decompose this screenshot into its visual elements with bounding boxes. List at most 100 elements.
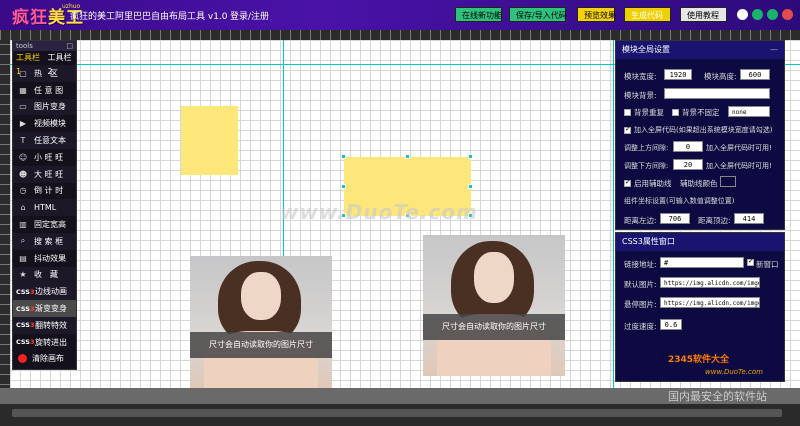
guide-label: 启用辅助线 bbox=[634, 179, 672, 188]
css3-icon: CSS3 bbox=[16, 338, 35, 347]
guide-color-picker[interactable] bbox=[720, 176, 736, 187]
module-settings-panel: 模块全局设置 — 模块宽度: 1920 模块高度: 600 模块背景: 背景重复… bbox=[615, 40, 785, 230]
guide-checkbox[interactable] bbox=[624, 178, 631, 187]
tab-toolbar-1[interactable]: 工具栏1 bbox=[13, 51, 45, 76]
resize-handle[interactable] bbox=[468, 154, 473, 159]
maximize-icon[interactable] bbox=[767, 9, 778, 20]
link-input[interactable]: # bbox=[660, 257, 744, 268]
ruler-horizontal bbox=[0, 30, 800, 40]
tab-toolbar-2[interactable]: 工具栏2 bbox=[45, 51, 77, 76]
tools-panel: tools □ 工具栏1 工具栏2 ▢ 热 区 ▦ 任 意 图 ▭ 图片变身 ▶ 视频模块 T 任… bbox=[12, 40, 77, 370]
bottom-margin-label: 调整下方间隙: bbox=[624, 162, 669, 170]
bg-position-select[interactable]: none bbox=[728, 106, 770, 117]
css3-tool-item[interactable]: CSS3 边线动画 bbox=[13, 283, 76, 301]
bg-fixed-checkbox[interactable] bbox=[672, 109, 679, 116]
tool-icon: ◷ bbox=[19, 186, 27, 196]
css3-tool-label: 旋转进出 bbox=[35, 337, 67, 347]
css3-tool-item[interactable]: CSS3 渐变变身 bbox=[13, 300, 76, 317]
tool-item[interactable]: ▢ 热 区 bbox=[13, 65, 76, 82]
background-input[interactable] bbox=[664, 88, 770, 99]
preview-button[interactable]: 预览效果 bbox=[577, 7, 616, 22]
css3-panel-header[interactable]: CSS3属性窗口 bbox=[616, 233, 784, 251]
window-menu-icon[interactable] bbox=[737, 9, 748, 20]
tools-panel-header[interactable]: tools □ bbox=[13, 41, 76, 51]
tool-label: 抖动效果 bbox=[34, 253, 66, 263]
resize-handle[interactable] bbox=[341, 154, 346, 159]
tool-item[interactable]: ☻ 大 旺 旺 bbox=[13, 165, 76, 183]
bg-repeat-checkbox[interactable] bbox=[624, 109, 631, 116]
default-image-input[interactable]: https://img.alicdn.com/imgextra/ bbox=[660, 277, 760, 288]
tool-item[interactable]: ☺ 小 旺 旺 bbox=[13, 149, 76, 166]
bottom-margin-input[interactable]: 20 bbox=[673, 159, 703, 170]
guide-color-label: 辅助线颜色 bbox=[680, 179, 718, 188]
left-distance-input[interactable]: 706 bbox=[660, 213, 690, 224]
css3-icon: CSS3 bbox=[16, 321, 35, 330]
fullscreen-checkbox[interactable] bbox=[624, 125, 631, 134]
image-module[interactable]: 尺寸会自动读取你的图片尺寸 bbox=[423, 235, 565, 376]
top-margin-input[interactable]: 0 bbox=[673, 141, 703, 152]
hover-image-input[interactable]: https://img.alicdn.com/imgextra/ bbox=[660, 297, 760, 308]
site-logo: 2345软件大全 bbox=[668, 355, 730, 365]
guide-line[interactable] bbox=[613, 40, 614, 390]
transition-input[interactable]: 0.6 bbox=[660, 319, 682, 330]
tutorial-button[interactable]: 使用教程 bbox=[680, 7, 727, 22]
site-slogan: 国内最安全的软件站 bbox=[668, 390, 767, 403]
tool-label: 大 旺 旺 bbox=[34, 169, 64, 179]
ruler-vertical bbox=[0, 40, 10, 405]
top-bar: 疯狂美工 uzhuo 疯狂的美工阿里巴巴自由布局工具 v1.0 登录/注册 在线… bbox=[0, 0, 800, 30]
module-settings-header[interactable]: 模块全局设置 — bbox=[616, 41, 784, 59]
scrollbar-thumb[interactable] bbox=[12, 409, 782, 417]
image-module[interactable]: 尺寸会自动读取你的图片尺寸 bbox=[190, 256, 332, 390]
tool-item[interactable]: ▭ 图片变身 bbox=[13, 98, 76, 116]
bg-fixed-label: 背景不固定 bbox=[682, 108, 720, 117]
tool-icon: ▥ bbox=[19, 220, 27, 230]
css3-num: 3 bbox=[29, 321, 35, 330]
clear-canvas-button[interactable]: 清除画布 bbox=[13, 351, 76, 367]
tools-close-icon[interactable]: □ bbox=[66, 41, 73, 51]
width-input[interactable]: 1920 bbox=[664, 69, 692, 80]
tool-item[interactable]: ⌂ HTML bbox=[13, 199, 76, 217]
tool-label: 图片变身 bbox=[34, 102, 66, 112]
site-domain: www.DuoTe.com bbox=[705, 368, 763, 376]
css3-panel-title: CSS3属性窗口 bbox=[622, 237, 675, 246]
resize-handle[interactable] bbox=[405, 154, 410, 159]
close-icon[interactable] bbox=[782, 9, 793, 20]
css3-tool-label: 翻转特效 bbox=[35, 320, 67, 330]
login-link[interactable]: 登录/注册 bbox=[230, 9, 269, 22]
left-distance-label: 距离左边: bbox=[624, 216, 657, 225]
tool-item[interactable]: T 任意文本 bbox=[13, 132, 76, 149]
save-import-button[interactable]: 保存/导入代码 bbox=[509, 7, 567, 22]
css3-tool-list: CSS3 边线动画 CSS3 渐变变身 CSS3 翻转特效 CSS3 旋转进出 bbox=[13, 283, 76, 350]
resize-handle[interactable] bbox=[341, 184, 346, 189]
clear-icon bbox=[18, 354, 27, 364]
tool-item[interactable]: ▥ 固定宽高 bbox=[13, 216, 76, 233]
background-label: 模块背景: bbox=[624, 91, 657, 100]
top-margin-note: 加入全屏代码时可用! bbox=[706, 144, 772, 152]
tool-item[interactable]: ★ 收 藏 bbox=[13, 266, 76, 284]
css3-prefix: CSS bbox=[16, 338, 30, 347]
resize-handle[interactable] bbox=[468, 184, 473, 189]
height-input[interactable]: 600 bbox=[740, 69, 770, 80]
new-window-checkbox[interactable] bbox=[747, 257, 754, 266]
tool-item[interactable]: ▶ 视频模块 bbox=[13, 115, 76, 132]
tools-tabs: 工具栏1 工具栏2 bbox=[13, 51, 77, 76]
tool-item[interactable]: ◷ 倒 计 时 bbox=[13, 183, 76, 200]
tool-item[interactable]: ▦ 任 意 图 bbox=[13, 82, 76, 99]
collapse-icon[interactable]: — bbox=[770, 41, 778, 59]
generate-code-button[interactable]: 生成代码 bbox=[624, 7, 671, 22]
tool-item[interactable]: ▤ 抖动效果 bbox=[13, 250, 76, 267]
top-distance-input[interactable]: 414 bbox=[734, 213, 764, 224]
minimize-icon[interactable] bbox=[752, 9, 763, 20]
tool-item[interactable]: ⌕ 搜 索 框 bbox=[13, 232, 76, 250]
hotzone-block[interactable] bbox=[181, 106, 238, 175]
css3-tool-item[interactable]: CSS3 翻转特效 bbox=[13, 316, 76, 334]
css3-tool-item[interactable]: CSS3 旋转进出 bbox=[13, 334, 76, 351]
top-margin-label: 调整上方间隙: bbox=[624, 144, 669, 152]
online-features-button[interactable]: 在线新功能 bbox=[455, 7, 502, 22]
tool-icon: ⌕ bbox=[20, 236, 26, 246]
css3-icon: CSS3 bbox=[16, 305, 35, 313]
tool-label: 倒 计 时 bbox=[34, 186, 64, 196]
image-caption: 尺寸会自动读取你的图片尺寸 bbox=[190, 332, 332, 358]
tool-label: 搜 索 框 bbox=[34, 236, 64, 246]
tool-label: 任意文本 bbox=[34, 136, 66, 146]
